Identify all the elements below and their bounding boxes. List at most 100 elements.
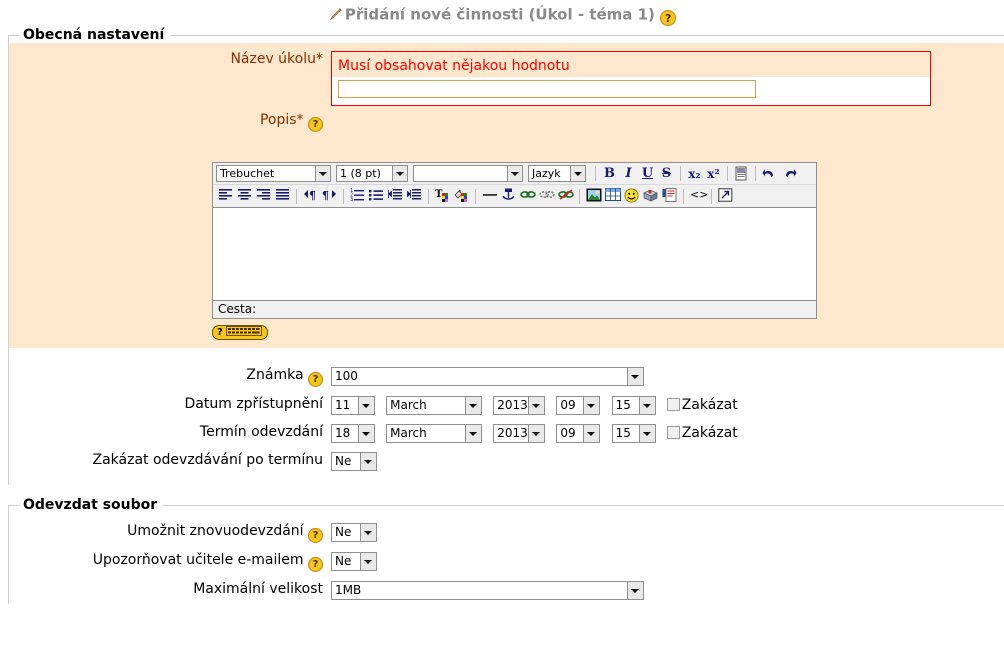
page-title: Přidání nové činnosti (Úkol - téma 1) ?: [0, 0, 1004, 27]
svg-text:<>: <>: [690, 188, 707, 201]
grade-select[interactable]: 100: [331, 367, 644, 386]
prevent-late-label: Zakázat odevzdávání po termínu: [92, 452, 323, 468]
language-select[interactable]: Jazyk: [528, 165, 586, 182]
upload-file-legend: Odevzdat soubor: [23, 497, 158, 513]
keyboard-help-button[interactable]: ?: [212, 325, 268, 340]
anchor-button[interactable]: [499, 187, 518, 205]
italic-button[interactable]: I: [619, 166, 638, 181]
font-color-button[interactable]: T: [433, 187, 452, 205]
due-date-year-select[interactable]: 2013: [493, 424, 546, 443]
due-date-label: Termín odevzdání: [199, 424, 323, 440]
edit-pencil-icon: [328, 6, 344, 22]
svg-text:¶: ¶: [309, 189, 316, 201]
allow-resubmit-label-text: Umožnit znovuodevzdání: [127, 523, 304, 539]
horizontal-rule-button[interactable]: [480, 187, 499, 205]
align-right-button[interactable]: [254, 187, 273, 205]
assignment-name-error-box: Musí obsahovat nějakou hodnotu: [331, 51, 931, 106]
align-justify-button[interactable]: [273, 187, 292, 205]
toolbar-separator: [428, 188, 429, 204]
superscript-button[interactable]: x²: [704, 167, 723, 181]
chevron-down-icon: [627, 582, 643, 599]
strikethrough-button[interactable]: S: [657, 166, 676, 181]
due-date-month-select[interactable]: March: [386, 424, 483, 443]
assignment-name-input[interactable]: [338, 80, 756, 98]
toolbar-separator: [579, 188, 580, 204]
available-from-row: Datum zpřístupnění 11 March 2013 09 15 Z…: [9, 391, 1004, 419]
due-date-hour-select[interactable]: 09: [556, 424, 601, 443]
toolbar-separator: [475, 188, 476, 204]
chevron-down-icon: [358, 397, 374, 414]
toolbar-separator: [595, 166, 596, 181]
indent-button[interactable]: [405, 187, 424, 205]
background-color-button[interactable]: [452, 187, 471, 205]
insert-media-button[interactable]: [641, 187, 660, 205]
ordered-list-button[interactable]: 123: [348, 187, 367, 205]
editor-content-area[interactable]: [213, 207, 816, 301]
toolbar-separator: [296, 188, 297, 204]
chevron-down-icon: [465, 425, 482, 442]
max-size-select[interactable]: 1MB: [331, 581, 644, 600]
remove-link-button[interactable]: [556, 187, 575, 205]
description-label: Popis* ?: [9, 112, 331, 132]
available-from-hour-select[interactable]: 09: [556, 396, 601, 415]
available-from-minute-select[interactable]: 15: [611, 396, 656, 415]
chevron-down-icon: [638, 397, 655, 414]
cleanup-html-button[interactable]: [732, 165, 751, 183]
page-title-help-icon[interactable]: ?: [660, 10, 677, 26]
email-alerts-help-icon[interactable]: ?: [308, 557, 323, 572]
unordered-list-button[interactable]: [367, 187, 386, 205]
general-settings-legend: Obecná nastavení: [23, 27, 165, 43]
toolbar-separator: [727, 166, 728, 181]
toolbar-separator: [755, 166, 756, 181]
undo-button[interactable]: [760, 165, 779, 183]
prevent-late-select[interactable]: Ne: [331, 452, 377, 471]
grade-row: Známka ? 100: [9, 362, 1004, 391]
available-from-disable-checkbox[interactable]: [666, 398, 680, 411]
font-family-select[interactable]: Trebuchet: [216, 165, 331, 182]
available-from-disable-label: Zakázat: [681, 397, 738, 413]
allow-resubmit-help-icon[interactable]: ?: [308, 528, 323, 543]
description-help-icon[interactable]: ?: [308, 117, 323, 132]
available-from-month-select[interactable]: March: [386, 396, 483, 415]
direction-rtl-button[interactable]: ¶: [320, 187, 339, 205]
allow-resubmit-select[interactable]: Ne: [331, 523, 377, 542]
available-from-year-select[interactable]: 2013: [493, 396, 546, 415]
insert-file-button[interactable]: [660, 187, 679, 205]
due-date-disable-checkbox[interactable]: [666, 426, 680, 439]
email-alerts-select[interactable]: Ne: [331, 552, 377, 571]
font-size-select[interactable]: 1 (8 pt): [336, 165, 408, 182]
max-size-label: Maximální velikost: [193, 581, 323, 597]
insert-table-button[interactable]: [603, 187, 622, 205]
unlink-button[interactable]: [537, 187, 556, 205]
underline-button[interactable]: U: [638, 166, 657, 181]
chevron-down-icon: [583, 397, 600, 414]
format-select[interactable]: [413, 165, 523, 182]
insert-emoticon-button[interactable]: [622, 187, 641, 205]
due-date-day-select[interactable]: 18: [331, 424, 375, 443]
fullscreen-button[interactable]: [716, 187, 735, 205]
editor-toolbar-row-1: Trebuchet 1 (8 pt) Jazyk B I U S x₂ x²: [213, 163, 816, 185]
insert-image-button[interactable]: [584, 187, 603, 205]
section-spacer: [9, 348, 1004, 362]
chevron-down-icon: [358, 425, 374, 442]
prevent-late-row: Zakázat odevzdávání po termínu Ne: [9, 447, 1004, 485]
bold-button[interactable]: B: [600, 166, 619, 181]
direction-ltr-button[interactable]: ¶: [301, 187, 320, 205]
email-alerts-row: Upozorňovat učitele e-mailem ? Ne: [9, 547, 1004, 576]
available-from-day-select[interactable]: 11: [331, 396, 375, 415]
description-label-text: Popis*: [259, 112, 304, 128]
insert-link-button[interactable]: [518, 187, 537, 205]
grade-label-text: Známka: [246, 367, 304, 383]
grade-help-icon[interactable]: ?: [308, 372, 323, 387]
chevron-down-icon: [507, 166, 522, 181]
outdent-button[interactable]: [386, 187, 405, 205]
align-center-button[interactable]: [235, 187, 254, 205]
redo-button[interactable]: [779, 165, 798, 183]
email-alerts-label: Upozorňovat učitele e-mailem ?: [9, 552, 331, 572]
align-left-button[interactable]: [216, 187, 235, 205]
subscript-button[interactable]: x₂: [685, 167, 704, 181]
editor-toolbar-row-2: ¶ ¶ 123 T <>: [213, 185, 816, 207]
html-source-button[interactable]: <>: [688, 187, 707, 205]
page-title-text: Přidání nové činnosti (Úkol - téma 1): [344, 5, 655, 24]
due-date-minute-select[interactable]: 15: [611, 424, 656, 443]
